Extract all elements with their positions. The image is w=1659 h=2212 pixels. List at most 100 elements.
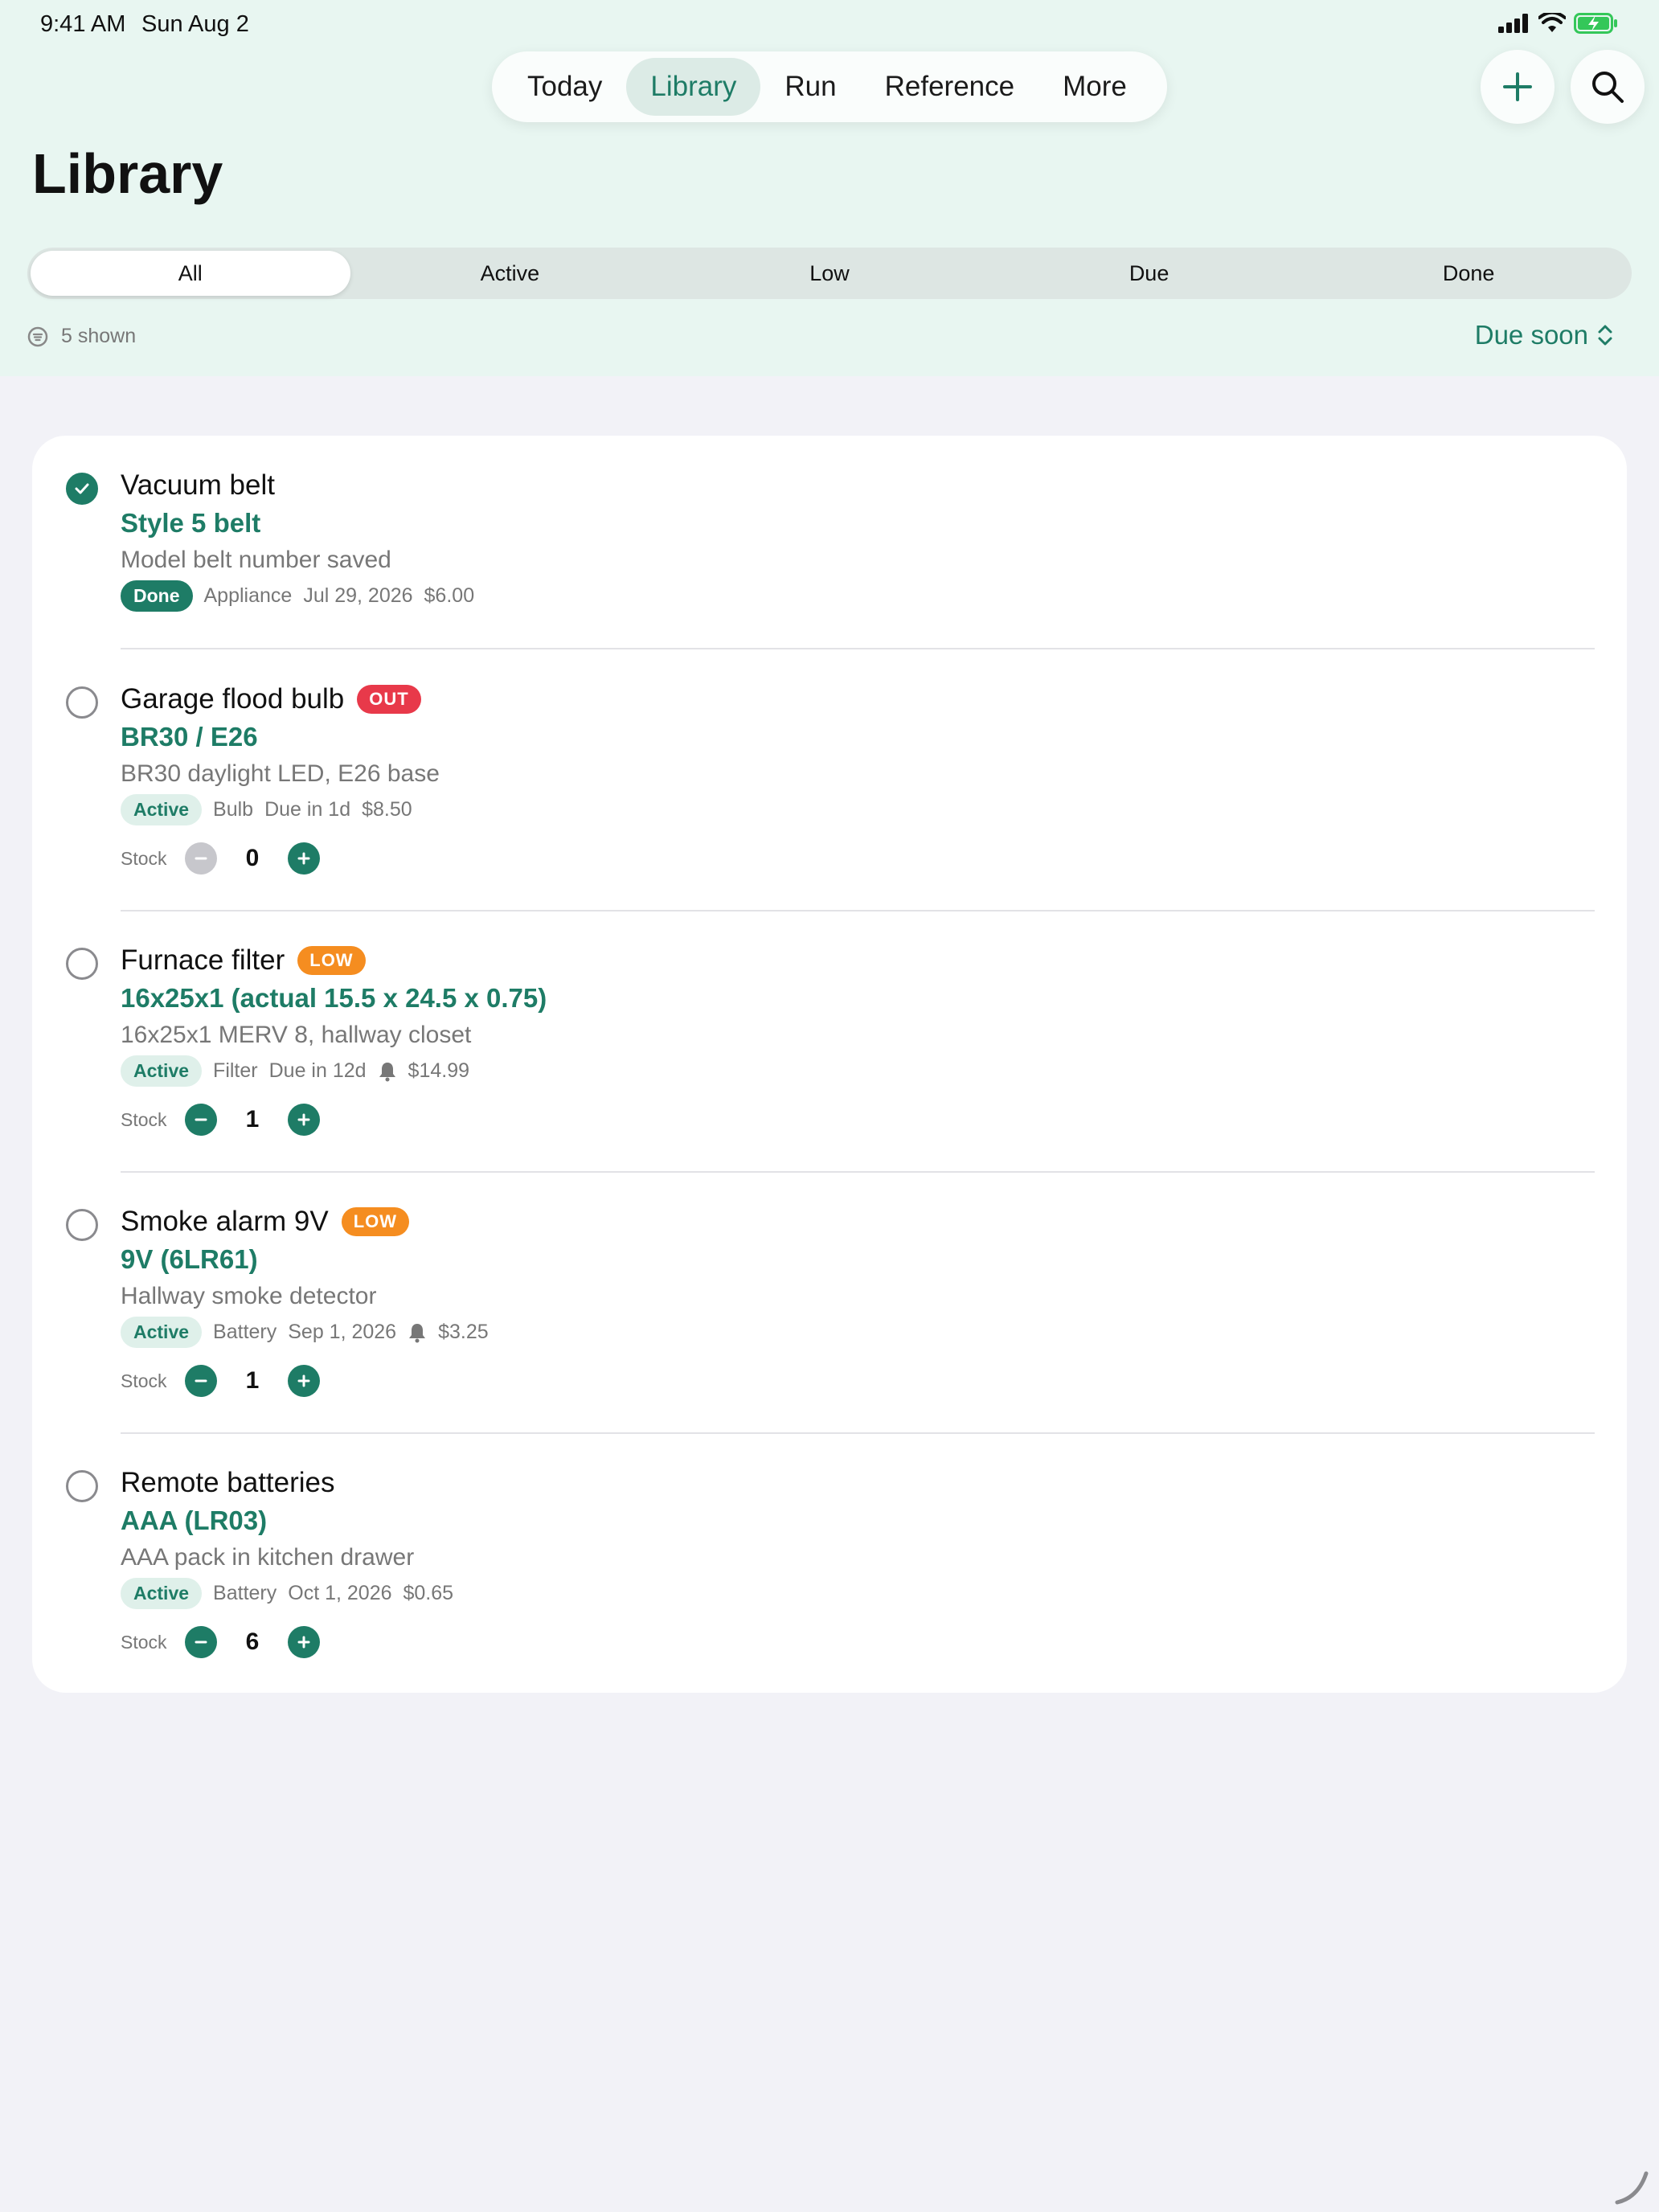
increment-button[interactable] bbox=[288, 1365, 320, 1397]
search-button[interactable] bbox=[1571, 50, 1645, 124]
tab-library[interactable]: Library bbox=[626, 58, 761, 116]
item-description: AAA pack in kitchen drawer bbox=[121, 1544, 415, 1571]
stock-stepper: Stock 0 bbox=[121, 842, 320, 875]
tab-more[interactable]: More bbox=[1038, 58, 1151, 116]
decrement-button[interactable] bbox=[185, 1626, 217, 1658]
resize-handle-icon[interactable] bbox=[1611, 2167, 1651, 2207]
item-checkbox[interactable] bbox=[66, 686, 98, 719]
status-badge: Active bbox=[121, 794, 203, 825]
segment-active[interactable]: Active bbox=[350, 251, 670, 296]
segment-all[interactable]: All bbox=[31, 251, 350, 296]
divider bbox=[121, 1171, 1595, 1173]
divider bbox=[121, 910, 1595, 911]
stock-value: 1 bbox=[245, 1106, 260, 1133]
item-category: Bulb bbox=[213, 798, 254, 821]
stock-value: 6 bbox=[245, 1628, 260, 1655]
item-price: $6.00 bbox=[424, 584, 475, 607]
status-badge: Active bbox=[121, 1317, 203, 1348]
segment-due[interactable]: Due bbox=[989, 251, 1309, 296]
minus-icon bbox=[195, 1379, 207, 1382]
shown-count-row: 5 shown bbox=[27, 325, 136, 348]
chevron-up-down-icon bbox=[1598, 325, 1612, 346]
item-title: Remote batteries bbox=[121, 1467, 335, 1498]
sort-button[interactable]: Due soon bbox=[1475, 320, 1614, 350]
segment-done[interactable]: Done bbox=[1309, 251, 1628, 296]
battery-charging-icon bbox=[1574, 13, 1617, 34]
tab-run[interactable]: Run bbox=[760, 58, 860, 116]
shown-count: 5 shown bbox=[61, 325, 137, 347]
item-category: Filter bbox=[213, 1059, 258, 1082]
decrement-button[interactable] bbox=[185, 1365, 217, 1397]
increment-button[interactable] bbox=[288, 1626, 320, 1658]
sort-label: Due soon bbox=[1474, 320, 1588, 350]
search-icon bbox=[1592, 72, 1624, 103]
plus-icon bbox=[1503, 72, 1532, 101]
minus-icon bbox=[195, 1641, 207, 1644]
bell-icon bbox=[409, 1323, 426, 1342]
divider bbox=[121, 648, 1595, 649]
item-checkbox[interactable] bbox=[66, 1470, 98, 1502]
item-category: Battery bbox=[213, 1321, 277, 1343]
stock-label: Stock bbox=[121, 1108, 167, 1130]
decrement-button[interactable] bbox=[185, 1104, 217, 1136]
item-description: Model belt number saved bbox=[121, 547, 391, 573]
item-due: Jul 29, 2026 bbox=[303, 584, 413, 607]
item-meta: Active Battery Sep 1, 2026 $3.25 bbox=[121, 1317, 489, 1348]
stock-label: Stock bbox=[121, 847, 167, 869]
plus-icon bbox=[297, 1113, 310, 1126]
minus-icon bbox=[195, 857, 207, 860]
item-meta: Active Bulb Due in 1d $8.50 bbox=[121, 794, 412, 825]
stock-label: Stock bbox=[121, 1370, 167, 1391]
status-badge: Done bbox=[121, 580, 193, 612]
item-due: Due in 1d bbox=[264, 798, 351, 821]
item-meta: Active Battery Oct 1, 2026 $0.65 bbox=[121, 1578, 453, 1609]
low-badge: LOW bbox=[297, 946, 366, 975]
item-due: Sep 1, 2026 bbox=[288, 1321, 397, 1343]
status-date: Sun Aug 2 bbox=[141, 11, 249, 37]
item-category: Battery bbox=[213, 1582, 277, 1604]
item-checkbox[interactable] bbox=[66, 1209, 98, 1241]
minus-icon bbox=[195, 1118, 207, 1121]
item-checkbox[interactable] bbox=[66, 473, 98, 505]
plus-icon bbox=[297, 1374, 310, 1387]
stock-value: 0 bbox=[245, 845, 260, 871]
top-tab-bar: Today Library Run Reference More bbox=[492, 51, 1167, 122]
divider bbox=[121, 1432, 1595, 1434]
out-badge: OUT bbox=[357, 685, 421, 714]
checkmark-icon bbox=[75, 483, 89, 494]
increment-button[interactable] bbox=[288, 1104, 320, 1136]
item-meta: Done Appliance Jul 29, 2026 $6.00 bbox=[121, 580, 474, 612]
item-price: $14.99 bbox=[408, 1059, 470, 1082]
item-description: 16x25x1 MERV 8, hallway closet bbox=[121, 1022, 472, 1048]
item-title: Furnace filter bbox=[121, 944, 285, 976]
tab-today[interactable]: Today bbox=[503, 58, 626, 116]
status-time: 9:41 AM bbox=[40, 11, 126, 37]
cellular-signal-icon bbox=[1498, 14, 1528, 33]
item-checkbox[interactable] bbox=[66, 948, 98, 980]
plus-icon bbox=[297, 852, 310, 865]
item-subtitle: 9V (6LR61) bbox=[121, 1244, 258, 1274]
tab-reference[interactable]: Reference bbox=[861, 58, 1038, 116]
bell-icon bbox=[379, 1062, 395, 1081]
segment-low[interactable]: Low bbox=[670, 251, 989, 296]
item-price: $8.50 bbox=[362, 798, 412, 821]
stock-label: Stock bbox=[121, 1631, 167, 1653]
item-subtitle: AAA (LR03) bbox=[121, 1505, 268, 1535]
status-icons bbox=[1498, 13, 1619, 34]
stock-stepper: Stock 6 bbox=[121, 1626, 320, 1658]
filter-list-icon bbox=[27, 326, 48, 346]
add-button[interactable] bbox=[1481, 50, 1555, 124]
stock-value: 1 bbox=[245, 1367, 260, 1394]
decrement-button[interactable] bbox=[185, 842, 217, 875]
item-price: $3.25 bbox=[438, 1321, 489, 1343]
increment-button[interactable] bbox=[288, 842, 320, 875]
wifi-icon bbox=[1538, 13, 1566, 32]
status-badge: Active bbox=[121, 1578, 203, 1609]
item-subtitle: 16x25x1 (actual 15.5 x 24.5 x 0.75) bbox=[121, 983, 547, 1013]
item-title-row: Smoke alarm 9V LOW bbox=[121, 1206, 410, 1238]
item-description: Hallway smoke detector bbox=[121, 1283, 377, 1309]
item-price: $0.65 bbox=[403, 1582, 454, 1604]
status-badge: Active bbox=[121, 1055, 203, 1087]
item-subtitle: Style 5 belt bbox=[121, 508, 261, 538]
item-subtitle: BR30 / E26 bbox=[121, 722, 258, 752]
